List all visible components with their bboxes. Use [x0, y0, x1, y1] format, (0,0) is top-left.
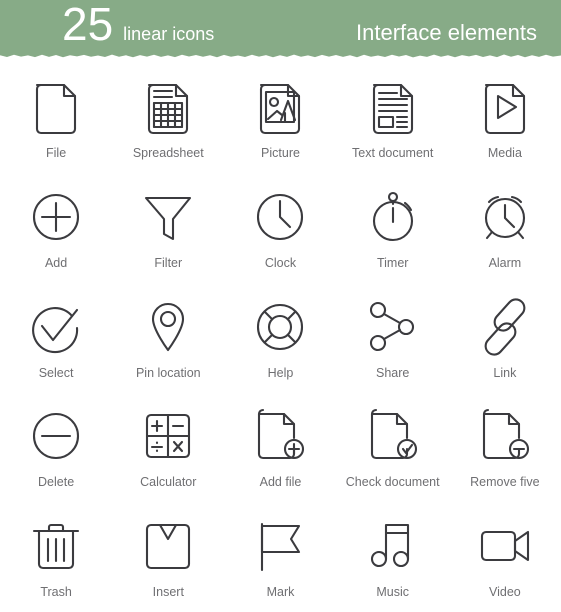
- icon-label: Timer: [376, 255, 409, 270]
- icon-cell-spreadsheet[interactable]: Spreadsheet: [112, 63, 224, 173]
- icon-label: Calculator: [140, 475, 197, 490]
- media-icon[interactable]: [474, 76, 536, 138]
- icon-cell-insert[interactable]: Insert: [112, 502, 224, 612]
- icon-label: Spreadsheet: [132, 146, 204, 160]
- select-icon[interactable]: [25, 296, 87, 358]
- delete-icon[interactable]: [25, 405, 87, 467]
- picture-icon[interactable]: [249, 76, 311, 138]
- icon-label: Add: [44, 255, 68, 270]
- icon-cell-music[interactable]: Music: [337, 502, 449, 612]
- icon-cell-add[interactable]: Add: [0, 173, 112, 283]
- icon-label: Trash: [40, 585, 72, 600]
- icon-cell-check-document[interactable]: Check document: [337, 392, 449, 502]
- icon-label: Picture: [261, 146, 300, 160]
- add-icon[interactable]: [25, 186, 87, 248]
- header-left-group: 25 linear icons: [62, 1, 214, 47]
- icon-label: Media: [487, 146, 522, 160]
- icon-cell-pin-location[interactable]: Pin location: [112, 283, 224, 393]
- text-document-icon[interactable]: [362, 76, 424, 138]
- timer-icon[interactable]: [362, 186, 424, 248]
- icon-cell-text-document[interactable]: Text document: [337, 63, 449, 173]
- icon-label: Insert: [152, 585, 184, 600]
- icon-label: Mark: [266, 585, 295, 600]
- icon-cell-media[interactable]: Media: [449, 63, 561, 173]
- icon-label: Delete: [38, 475, 75, 490]
- mark-icon[interactable]: [249, 515, 311, 577]
- icon-cell-select[interactable]: Select: [0, 283, 112, 393]
- file-icon[interactable]: [25, 76, 87, 138]
- icon-cell-picture[interactable]: Picture: [224, 63, 336, 173]
- calculator-icon[interactable]: [137, 405, 199, 467]
- header-banner: 25 linear icons Interface elements: [0, 0, 561, 63]
- icon-label: Music: [376, 585, 410, 600]
- music-icon[interactable]: [362, 515, 424, 577]
- icon-cell-delete[interactable]: Delete: [0, 392, 112, 502]
- icon-cell-video[interactable]: Video: [449, 502, 561, 612]
- video-icon[interactable]: [474, 515, 536, 577]
- icon-cell-file[interactable]: File: [0, 63, 112, 173]
- icon-label: Filter: [154, 255, 183, 270]
- insert-icon[interactable]: [137, 515, 199, 577]
- help-icon[interactable]: [249, 296, 311, 358]
- filter-icon[interactable]: [137, 186, 199, 248]
- icon-cell-timer[interactable]: Timer: [337, 173, 449, 283]
- check-document-icon[interactable]: [362, 405, 424, 467]
- icon-label: Alarm: [488, 255, 522, 270]
- icon-label: File: [46, 146, 67, 160]
- icon-label: Share: [376, 365, 410, 380]
- icon-cell-link[interactable]: Link: [449, 283, 561, 393]
- header-subtitle: linear icons: [123, 24, 215, 44]
- icon-count: 25: [62, 0, 114, 50]
- icon-label: Add file: [259, 475, 302, 490]
- icon-cell-help[interactable]: Help: [224, 283, 336, 393]
- icon-label: Clock: [264, 255, 297, 270]
- clock-icon[interactable]: [249, 186, 311, 248]
- icon-label: Select: [38, 365, 74, 380]
- icon-label: Help: [267, 365, 294, 380]
- icon-cell-alarm[interactable]: Alarm: [449, 173, 561, 283]
- icon-cell-share[interactable]: Share: [337, 283, 449, 393]
- icon-label: Link: [493, 365, 517, 380]
- pin-location-icon[interactable]: [137, 296, 199, 358]
- icon-cell-remove-file[interactable]: Remove five: [449, 392, 561, 502]
- share-icon[interactable]: [362, 296, 424, 358]
- trash-icon[interactable]: [25, 515, 87, 577]
- icon-label: Video: [489, 585, 521, 600]
- link-icon[interactable]: [474, 296, 536, 358]
- icon-cell-add-file[interactable]: Add file: [224, 392, 336, 502]
- icon-cell-calculator[interactable]: Calculator: [112, 392, 224, 502]
- icon-cell-filter[interactable]: Filter: [112, 173, 224, 283]
- icon-cell-mark[interactable]: Mark: [224, 502, 336, 612]
- add-file-icon[interactable]: [249, 405, 311, 467]
- icon-label: Text document: [352, 146, 434, 160]
- icon-label: Remove five: [470, 475, 540, 490]
- icon-grid: File Spreadsheet Picture Text document M…: [0, 63, 561, 612]
- remove-file-icon[interactable]: [474, 405, 536, 467]
- icon-label: Pin location: [135, 365, 201, 380]
- icon-cell-clock[interactable]: Clock: [224, 173, 336, 283]
- torn-paper-edge: [0, 54, 561, 63]
- icon-cell-trash[interactable]: Trash: [0, 502, 112, 612]
- icon-label: Check document: [345, 475, 440, 490]
- alarm-icon[interactable]: [474, 186, 536, 248]
- spreadsheet-icon[interactable]: [137, 76, 199, 138]
- header-title: Interface elements: [356, 20, 537, 45]
